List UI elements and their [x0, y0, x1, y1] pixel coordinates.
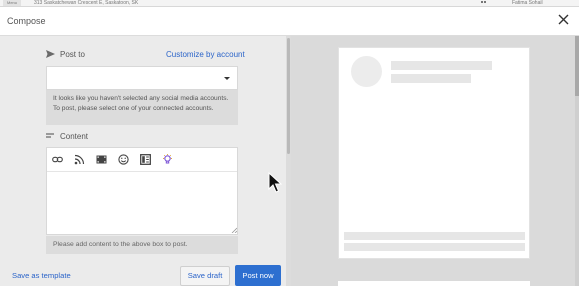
- address-text: 313 Saskatchewan Crescent E, Saskatoon, …: [34, 0, 139, 6]
- apps-grid-icon[interactable]: [481, 1, 489, 5]
- save-as-template-button[interactable]: Save as template: [12, 271, 71, 280]
- resize-handle-icon[interactable]: [231, 227, 237, 233]
- emoji-icon[interactable]: [118, 154, 129, 165]
- content-editor[interactable]: [46, 147, 238, 235]
- preview-scrollbar-thumb[interactable]: [575, 36, 579, 96]
- link-icon[interactable]: [52, 154, 63, 165]
- chevron-down-icon: [224, 77, 230, 80]
- page-title: Compose: [7, 16, 46, 26]
- no-account-warning: It looks like you haven't selected any s…: [46, 90, 238, 125]
- browser-top-strip: Menu 313 Saskatchewan Crescent E, Saskat…: [0, 0, 579, 7]
- preview-meta-placeholder: [391, 74, 471, 83]
- content-label: Content: [60, 132, 89, 141]
- compose-footer: Save as template Save draft Post now: [0, 258, 286, 286]
- preview-next-card: [338, 281, 530, 286]
- layout-icon[interactable]: [140, 154, 151, 165]
- preview-scrollbar[interactable]: [575, 36, 579, 286]
- media-icon[interactable]: [96, 154, 107, 165]
- send-icon: [46, 50, 55, 58]
- post-now-button[interactable]: Post now: [235, 265, 281, 286]
- customize-by-account-link[interactable]: Customize by account: [166, 50, 245, 59]
- post-to-label: Post to: [60, 50, 85, 59]
- preview-action-placeholder: [344, 243, 525, 251]
- mouse-cursor-icon: [268, 172, 282, 193]
- preview-avatar-placeholder: [351, 56, 382, 87]
- rss-icon[interactable]: [74, 154, 85, 165]
- content-hint: Please add content to the above box to p…: [46, 236, 238, 254]
- form-scrollbar-thumb[interactable]: [287, 38, 290, 154]
- save-draft-button[interactable]: Save draft: [180, 266, 230, 286]
- compose-header: Compose: [0, 7, 579, 36]
- ai-suggest-icon[interactable]: [162, 154, 173, 165]
- preview-name-placeholder: [391, 61, 492, 70]
- editor-toolbar: [47, 148, 237, 172]
- text-lines-icon: [46, 133, 54, 138]
- close-icon[interactable]: [557, 13, 570, 26]
- account-select[interactable]: [46, 66, 238, 90]
- preview-action-placeholder: [344, 232, 525, 240]
- user-name[interactable]: Fatima Sohail: [512, 0, 543, 6]
- post-preview-card: [338, 47, 530, 259]
- browser-tab[interactable]: Menu: [3, 0, 22, 6]
